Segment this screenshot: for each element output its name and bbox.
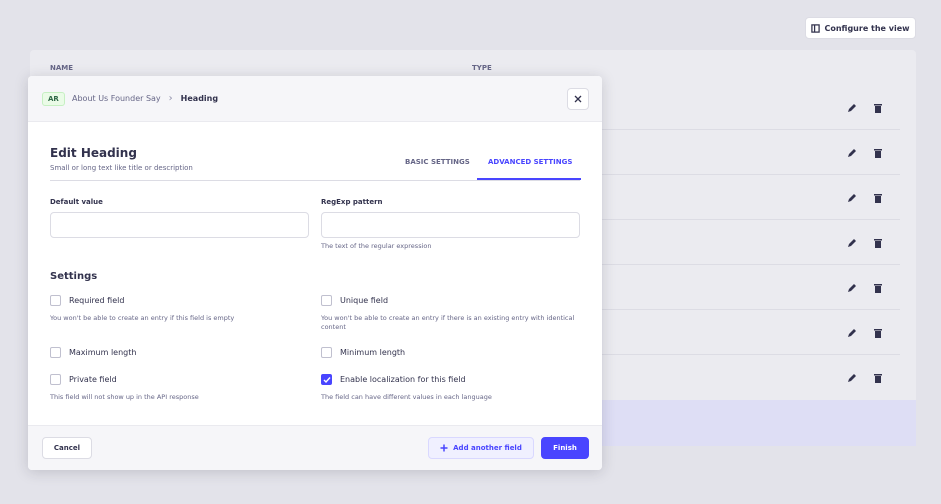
checkbox-box[interactable] bbox=[50, 374, 61, 385]
breadcrumb-current: Heading bbox=[180, 94, 219, 103]
modal-header: AR About Us Founder Say › Heading bbox=[28, 76, 602, 122]
delete-icon[interactable] bbox=[872, 372, 884, 384]
delete-icon[interactable] bbox=[872, 237, 884, 249]
cancel-button[interactable]: Cancel bbox=[42, 437, 92, 459]
checkbox-box[interactable] bbox=[321, 295, 332, 306]
regexp-pattern-hint: The text of the regular expression bbox=[321, 242, 432, 250]
edit-icon[interactable] bbox=[846, 372, 858, 384]
table-footer bbox=[600, 400, 916, 446]
modal-title: Edit Heading bbox=[50, 146, 137, 160]
edit-icon[interactable] bbox=[846, 327, 858, 339]
delete-icon[interactable] bbox=[872, 192, 884, 204]
default-value-input[interactable] bbox=[50, 212, 309, 238]
column-header-name: NAME bbox=[50, 64, 74, 72]
tab-basic-settings[interactable]: BASIC SETTINGS bbox=[405, 158, 470, 166]
delete-icon[interactable] bbox=[872, 327, 884, 339]
private-field-label: Private field bbox=[69, 375, 117, 384]
delete-icon[interactable] bbox=[872, 282, 884, 294]
configure-view-button[interactable]: Configure the view bbox=[805, 17, 916, 39]
unique-field-checkbox[interactable]: Unique field bbox=[321, 295, 388, 306]
unique-field-hint: You won't be able to create an entry if … bbox=[321, 314, 575, 331]
table-row bbox=[600, 356, 900, 400]
table-row bbox=[600, 266, 900, 310]
checkbox-box[interactable] bbox=[50, 347, 61, 358]
modal-footer: Cancel Add another field Finish bbox=[28, 425, 602, 470]
breadcrumb: About Us Founder Say › Heading bbox=[72, 93, 218, 104]
edit-icon[interactable] bbox=[846, 192, 858, 204]
chevron-right-icon: › bbox=[168, 93, 173, 104]
regexp-pattern-label: RegExp pattern bbox=[321, 198, 383, 206]
tab-advanced-settings[interactable]: ADVANCED SETTINGS bbox=[488, 158, 572, 166]
modal-subtitle: Small or long text like title or descrip… bbox=[50, 164, 193, 172]
table-row bbox=[600, 311, 900, 355]
plus-icon bbox=[440, 444, 448, 452]
active-tab-indicator bbox=[477, 178, 581, 180]
maximum-length-checkbox[interactable]: Maximum length bbox=[50, 347, 136, 358]
layout-icon bbox=[811, 23, 821, 33]
add-another-field-button[interactable]: Add another field bbox=[428, 437, 534, 459]
settings-heading: Settings bbox=[50, 271, 98, 282]
minimum-length-checkbox[interactable]: Minimum length bbox=[321, 347, 405, 358]
required-field-label: Required field bbox=[69, 296, 125, 305]
edit-icon[interactable] bbox=[846, 147, 858, 159]
checkbox-box-checked[interactable] bbox=[321, 374, 332, 385]
table-row bbox=[600, 176, 900, 220]
unique-field-label: Unique field bbox=[340, 296, 389, 305]
add-another-field-label: Add another field bbox=[453, 444, 522, 452]
delete-icon[interactable] bbox=[872, 102, 884, 114]
regexp-pattern-input[interactable] bbox=[321, 212, 580, 238]
private-field-hint: This field will not show up in the API r… bbox=[50, 393, 199, 401]
tabs-divider bbox=[50, 180, 580, 181]
minimum-length-label: Minimum length bbox=[340, 348, 406, 357]
localization-hint: The field can have different values in e… bbox=[321, 393, 492, 401]
checkbox-box[interactable] bbox=[50, 295, 61, 306]
check-icon bbox=[323, 376, 331, 383]
edit-field-modal: AR About Us Founder Say › Heading Edit H… bbox=[28, 76, 602, 470]
delete-icon[interactable] bbox=[872, 147, 884, 159]
maximum-length-label: Maximum length bbox=[69, 348, 137, 357]
default-value-label: Default value bbox=[50, 198, 103, 206]
checkbox-box[interactable] bbox=[321, 347, 332, 358]
edit-icon[interactable] bbox=[846, 282, 858, 294]
configure-view-label: Configure the view bbox=[824, 23, 910, 33]
required-field-hint: You won't be able to create an entry if … bbox=[50, 314, 235, 322]
close-icon bbox=[574, 95, 582, 103]
column-header-type: TYPE bbox=[472, 64, 492, 72]
locale-badge: AR bbox=[42, 92, 65, 106]
edit-icon[interactable] bbox=[846, 102, 858, 114]
table-row bbox=[600, 131, 900, 175]
localization-label: Enable localization for this field bbox=[340, 375, 466, 384]
finish-button[interactable]: Finish bbox=[541, 437, 589, 459]
table-row bbox=[600, 221, 900, 265]
close-button[interactable] bbox=[567, 88, 589, 110]
private-field-checkbox[interactable]: Private field bbox=[50, 374, 117, 385]
edit-icon[interactable] bbox=[846, 237, 858, 249]
table-row bbox=[600, 86, 900, 130]
localization-checkbox[interactable]: Enable localization for this field bbox=[321, 374, 466, 385]
breadcrumb-parent: About Us Founder Say bbox=[72, 94, 161, 103]
required-field-checkbox[interactable]: Required field bbox=[50, 295, 124, 306]
